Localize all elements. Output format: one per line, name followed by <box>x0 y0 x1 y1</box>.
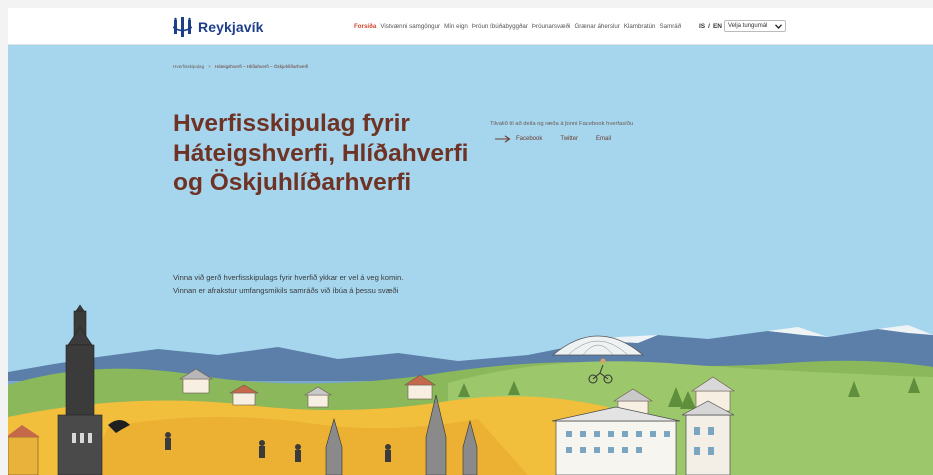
breadcrumb-current: Háteigshverfi – Hlíðahverfi – Öskjuhlíða… <box>214 64 309 69</box>
share-twitter-link[interactable]: Twitter <box>560 136 578 142</box>
site-header: Reykjavík Forsíða Vistvænni samgöngur Mí… <box>8 8 933 45</box>
share-label: Tilvalið til að deila og ræða á þinni Fa… <box>490 121 634 127</box>
chevron-down-icon <box>775 23 782 29</box>
nav-item-throun-ibudabyggdar[interactable]: Þróun íbúðabyggðar <box>472 23 528 30</box>
nav-item-klambratun[interactable]: Klambratún <box>624 23 656 30</box>
nav-item-vistvaenni-samgongur[interactable]: Vistvænni samgöngur <box>380 23 440 30</box>
share-facebook-link[interactable]: Facebook <box>516 136 542 142</box>
hero-section: Hverfisskipulag > Háteigshverfi – Hlíðah… <box>8 45 933 475</box>
reykjavik-logo-icon <box>173 17 192 37</box>
language-select-value: Velja tungumál <box>728 23 768 29</box>
breadcrumb: Hverfisskipulag > Háteigshverfi – Hlíðah… <box>173 64 308 69</box>
lang-separator: / <box>708 23 710 30</box>
share-links: Facebook Twitter Email <box>495 135 629 143</box>
nav-item-graenar-aherslur[interactable]: Grænar áherslur <box>574 23 619 30</box>
lang-en-link[interactable]: EN <box>713 23 722 30</box>
language-switch: IS / EN <box>699 23 722 30</box>
nav-item-samrad[interactable]: Samráð <box>660 23 682 30</box>
lang-is-link[interactable]: IS <box>699 23 705 30</box>
nav-item-min-eign[interactable]: Mín eign <box>444 23 468 30</box>
intro-text: Vinna við gerð hverfisskipulags fyrir hv… <box>173 273 404 295</box>
brand-logo-link[interactable]: Reykjavík <box>173 17 264 37</box>
arrow-right-icon <box>495 135 511 143</box>
page-title: Hverfisskipulag fyrir Háteigshverfi, Hlí… <box>173 110 469 196</box>
nav-item-throunarsvaedi[interactable]: Þróunarsvæði <box>532 23 571 30</box>
main-nav: Forsíða Vistvænni samgöngur Mín eign Þró… <box>354 23 681 30</box>
neighbourhood-illustration <box>8 304 933 475</box>
share-email-link[interactable]: Email <box>596 136 611 142</box>
language-select[interactable]: Velja tungumál <box>724 20 786 32</box>
nav-item-forsida[interactable]: Forsíða <box>354 23 376 30</box>
breadcrumb-home-link[interactable]: Hverfisskipulag <box>173 64 204 69</box>
breadcrumb-separator: > <box>208 64 211 69</box>
brand-name: Reykjavík <box>198 19 264 35</box>
